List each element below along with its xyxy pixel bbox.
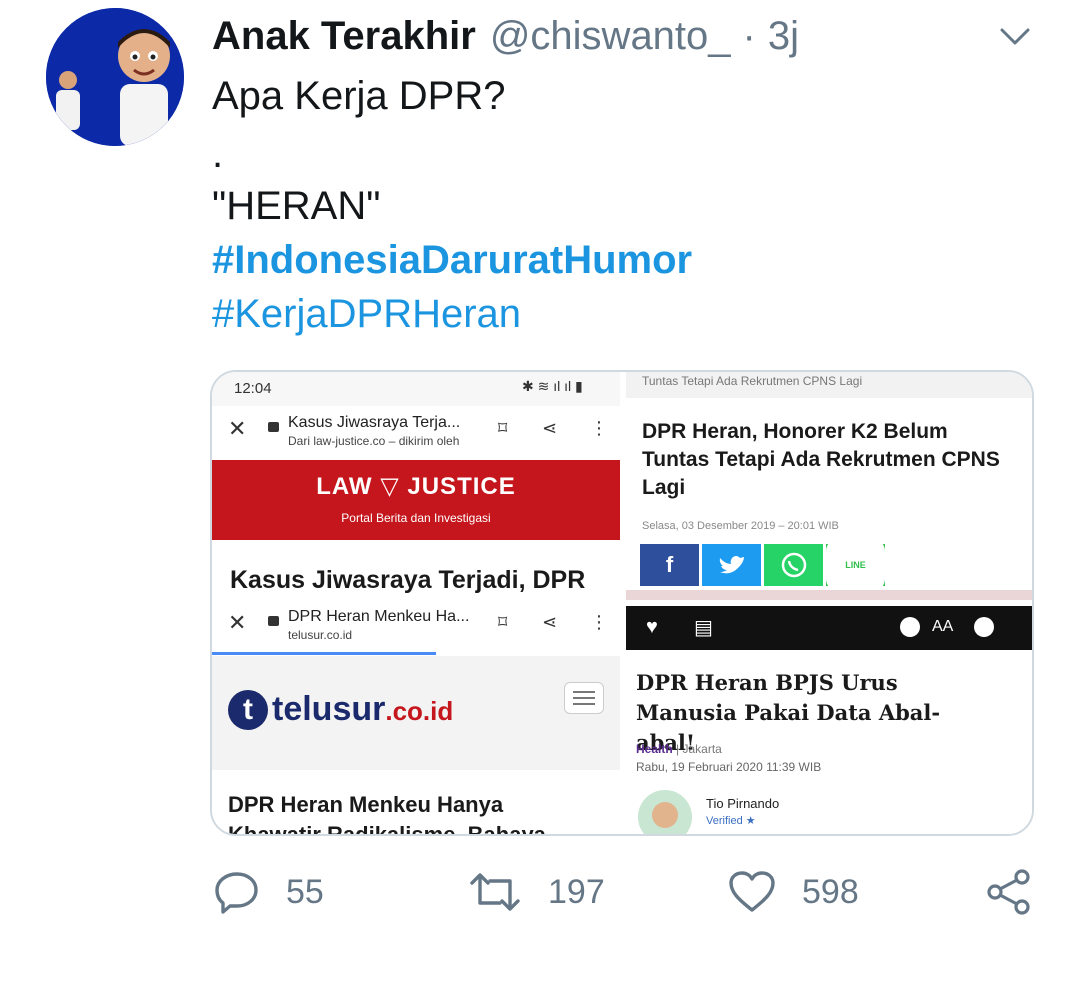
media-image-top-left[interactable]: 12:04 ✱ ≋ ıl ıl ▮ ✕ Kasus Jiwasraya Terj… <box>212 372 620 598</box>
avatar-image <box>46 8 184 146</box>
site-logo: telusur.co.id <box>272 690 453 729</box>
page-load-progress <box>212 652 436 655</box>
author-name[interactable]: Tio Pirnando <box>706 796 779 811</box>
like-button[interactable]: 598 <box>728 866 859 918</box>
page-url: telusur.co.id <box>288 628 353 642</box>
lock-icon <box>268 616 279 626</box>
article-headline: Kasus Jiwasraya Terjadi, DPR <box>230 566 586 594</box>
facebook-share-button[interactable]: f <box>640 544 699 586</box>
reply-count: 55 <box>286 872 324 911</box>
site-header: t telusur.co.id <box>212 656 620 770</box>
overflow-menu-icon[interactable]: ⋮ <box>590 612 608 633</box>
tweet-header: Anak Terakhir @chiswanto_ · 3j <box>212 12 799 60</box>
logo-main: telusur <box>272 690 386 728</box>
retweet-count: 197 <box>548 872 605 911</box>
site-banner: LAW ▽ JUSTICE Portal Berita dan Investig… <box>212 460 620 540</box>
media-image-bottom-left[interactable]: ✕ DPR Heran Menkeu Ha... telusur.co.id ⌑… <box>212 600 620 836</box>
media-grid: 12:04 ✱ ≋ ıl ıl ▮ ✕ Kasus Jiwasraya Terj… <box>210 370 1034 836</box>
bookmark-icon[interactable]: ⌑ <box>498 418 507 439</box>
share-button[interactable] <box>986 866 1058 918</box>
article-headline: DPR Heran, Honorer K2 Belum Tuntas Tetap… <box>642 420 1000 499</box>
browser-url-bar: ✕ DPR Heran Menkeu Ha... telusur.co.id ⌑… <box>212 600 620 656</box>
decrease-font-icon[interactable] <box>900 617 920 637</box>
whatsapp-icon <box>781 552 806 578</box>
article-headline: DPR Heran Menkeu Hanya <box>228 792 504 817</box>
author-verified-badge: Verified ★ <box>706 815 756 827</box>
site-logo-mark: t <box>228 690 268 730</box>
article-toolbar: ♥ ▤ AA <box>626 606 1032 650</box>
retweet-button[interactable]: 197 <box>468 866 605 918</box>
overflow-menu-icon[interactable]: ⋮ <box>590 418 608 439</box>
reply-icon <box>215 872 258 914</box>
hashtag-link[interactable]: #KerjaDPRHeran <box>212 290 521 338</box>
share-buttons: f LINE <box>640 539 885 591</box>
hashtag-link[interactable]: #IndonesiaDaruratHumor <box>212 236 692 284</box>
site-tagline: Portal Berita dan Investigasi <box>341 511 491 525</box>
article-location: | Jakarta <box>676 742 722 756</box>
twitter-share-button[interactable] <box>702 544 761 586</box>
retweet-icon <box>470 873 520 911</box>
status-time: 12:04 <box>234 380 272 397</box>
avatar[interactable] <box>46 8 184 146</box>
hamburger-menu-button[interactable] <box>564 682 604 714</box>
close-icon[interactable]: ✕ <box>228 610 246 636</box>
line-icon: LINE <box>826 539 885 591</box>
page-url: Dari law-justice.co – dikirim oleh <box>288 434 460 448</box>
next-section-strip <box>626 590 1032 600</box>
whatsapp-share-button[interactable] <box>764 544 823 586</box>
increase-font-icon[interactable] <box>974 617 994 637</box>
display-name[interactable]: Anak Terakhir <box>212 12 476 60</box>
article-date: Rabu, 19 Februari 2020 11:39 WIB <box>636 760 822 774</box>
chevron-down-icon <box>1000 28 1030 45</box>
tweet-text-line: . <box>212 132 224 176</box>
reply-button[interactable]: 55 <box>214 866 324 918</box>
breadcrumb: Tuntas Tetapi Ada Rekrutmen CPNS Lagi <box>626 372 1032 398</box>
more-menu-button[interactable] <box>998 22 1032 50</box>
author-avatar[interactable] <box>638 790 692 834</box>
lock-icon <box>268 422 279 432</box>
article-headline-continued: Khawatir Radikalisme, Bahaya <box>228 822 546 836</box>
separator: · <box>742 14 756 58</box>
line-share-button[interactable]: LINE <box>826 539 885 591</box>
like-count: 598 <box>802 872 859 911</box>
site-logo: LAW ▽ JUSTICE <box>316 473 516 500</box>
browser-url-bar: ✕ Kasus Jiwasraya Terja... Dari law-just… <box>212 406 620 462</box>
phone-status-bar: 12:04 ✱ ≋ ıl ıl ▮ <box>212 372 620 406</box>
share-icon <box>987 869 1030 915</box>
media-image-top-right[interactable]: Tuntas Tetapi Ada Rekrutmen CPNS Lagi DP… <box>626 372 1032 600</box>
tweet-text-line: "HERAN" <box>212 184 381 228</box>
tweet-time[interactable]: 3j <box>768 12 799 60</box>
article-date: Selasa, 03 Desember 2019 – 20:01 WIB <box>642 520 839 532</box>
like-icon[interactable]: ♥ <box>646 616 658 639</box>
status-icons: ✱ ≋ ıl ıl ▮ <box>522 378 583 394</box>
article-meta: Health | Jakarta <box>636 742 722 756</box>
share-icon[interactable]: ⋖ <box>542 612 557 633</box>
tweet-text-line: Apa Kerja DPR? <box>212 74 506 118</box>
share-icon[interactable]: ⋖ <box>542 418 557 439</box>
bookmark-icon[interactable]: ⌑ <box>498 612 507 633</box>
page-title: DPR Heran Menkeu Ha... <box>288 608 470 625</box>
like-icon <box>729 871 775 912</box>
twitter-bird-icon <box>719 556 744 574</box>
article-category[interactable]: Health <box>636 742 673 756</box>
page-title: Kasus Jiwasraya Terja... <box>288 414 461 431</box>
comment-icon[interactable]: ▤ <box>694 615 713 640</box>
font-size-label: AA <box>932 618 954 635</box>
media-image-bottom-right[interactable]: ♥ ▤ AA DPR Heran BPJS Urus Manusia Pakai… <box>626 606 1032 834</box>
user-handle[interactable]: @chiswanto_ <box>490 12 731 60</box>
logo-suffix: .co.id <box>385 696 454 726</box>
close-icon[interactable]: ✕ <box>228 416 246 442</box>
